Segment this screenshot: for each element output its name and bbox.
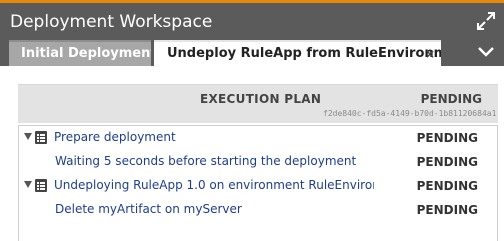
row-label[interactable]: Waiting 5 seconds before starting the de… <box>55 154 356 168</box>
column-header-execution-plan: EXECUTION PLAN <box>200 92 322 106</box>
expand-toggle-icon[interactable] <box>24 133 32 140</box>
window-title: Deployment Workspace <box>10 12 213 32</box>
row-status: PENDING <box>416 179 478 193</box>
row-label[interactable]: Prepare deployment <box>54 130 176 144</box>
expand-icon[interactable] <box>476 11 496 31</box>
expand-toggle-icon[interactable] <box>24 181 32 188</box>
tab-label: Undeploy RuleApp from RuleEnvironment <box>167 46 441 61</box>
tree-row[interactable]: Waiting 5 seconds before starting the de… <box>19 152 497 174</box>
row-status: PENDING <box>416 131 478 145</box>
tab-bar: Initial Deployment Undeploy RuleApp from… <box>0 40 504 66</box>
tree-row[interactable]: Delete myArtifact on myServer PENDING <box>19 200 497 222</box>
tree-row[interactable]: Prepare deployment PENDING <box>19 128 497 150</box>
window-titlebar: Deployment Workspace <box>0 0 504 40</box>
row-status: PENDING <box>416 155 478 169</box>
tree-row[interactable]: Undeploying RuleApp 1.0 on environment R… <box>19 176 497 198</box>
row-label[interactable]: Undeploying RuleApp 1.0 on environment R… <box>54 178 374 192</box>
row-label[interactable]: Delete myArtifact on myServer <box>55 202 242 216</box>
plan-status: PENDING <box>420 92 482 106</box>
close-tab-button[interactable]: × <box>425 42 435 66</box>
execution-plan-tree: Prepare deployment PENDING Waiting 5 sec… <box>18 125 498 241</box>
chevron-down-icon[interactable] <box>478 46 494 58</box>
workspace-content: EXECUTION PLAN PENDING f2de840c-fd5a-414… <box>0 66 504 241</box>
tab-initial-deployment[interactable]: Initial Deployment <box>9 40 151 66</box>
execution-plan-header: EXECUTION PLAN PENDING f2de840c-fd5a-414… <box>18 84 498 123</box>
tab-undeploy-ruleapp[interactable]: Undeploy RuleApp from RuleEnvironment × <box>154 40 441 66</box>
list-icon <box>35 179 47 192</box>
plan-id: f2de840c-fd5a-4149-b70d-1b81120684a1 <box>323 109 497 118</box>
row-status: PENDING <box>416 203 478 217</box>
tab-label: Initial Deployment <box>21 46 151 61</box>
list-icon <box>35 131 47 144</box>
